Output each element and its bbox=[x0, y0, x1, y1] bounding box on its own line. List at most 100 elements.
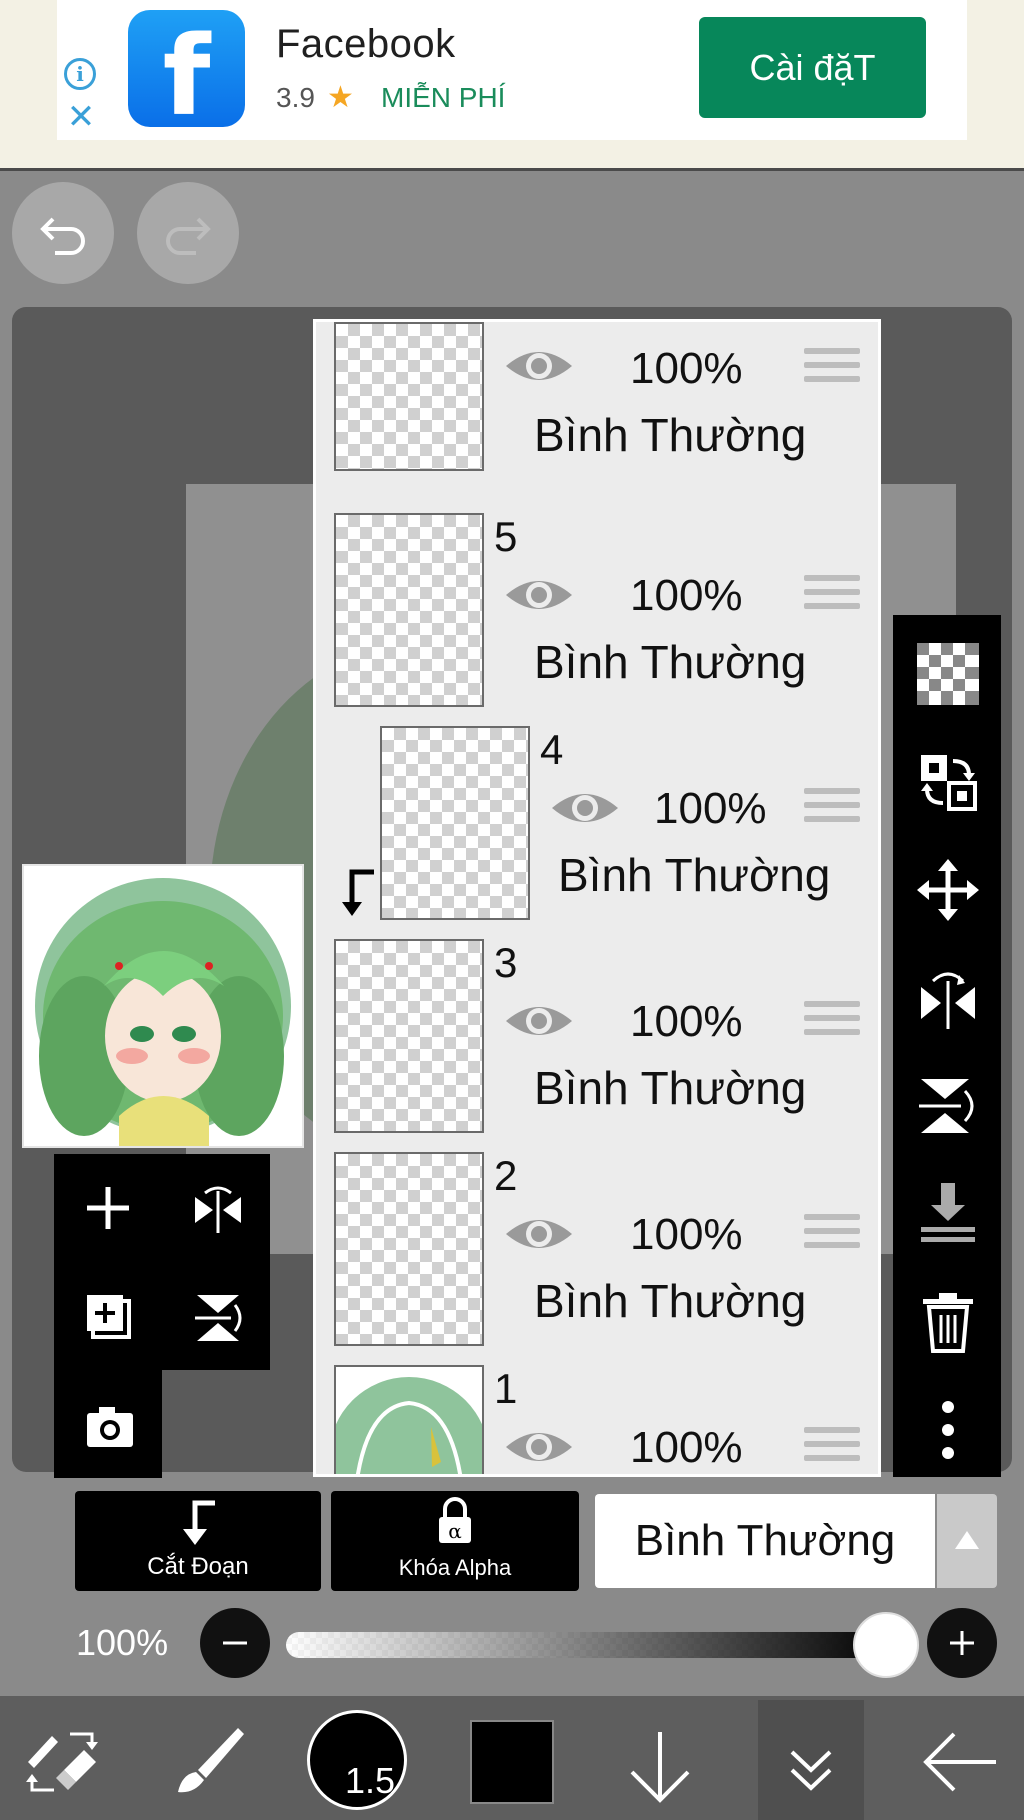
eye-icon[interactable] bbox=[502, 573, 576, 617]
layer-row[interactable]: 100% Bình Thường bbox=[316, 322, 878, 507]
plus-icon bbox=[950, 1631, 974, 1655]
drag-handle-icon[interactable] bbox=[804, 575, 860, 623]
undo-button[interactable] bbox=[12, 182, 114, 284]
camera-button[interactable] bbox=[54, 1370, 162, 1478]
brush-size-value: 1.5 bbox=[345, 1760, 396, 1801]
blend-mode-dropdown-button[interactable] bbox=[937, 1494, 997, 1588]
undo-icon bbox=[40, 217, 85, 255]
drag-handle-icon[interactable] bbox=[804, 1214, 860, 1262]
layer-blend-mode: Bình Thường bbox=[534, 1275, 807, 1327]
layer-number: 2 bbox=[494, 1152, 518, 1199]
layer-opacity: 100% bbox=[630, 344, 743, 393]
collapse-button[interactable] bbox=[776, 1730, 846, 1800]
star-icon: ★ bbox=[327, 81, 354, 114]
merge-down-icon bbox=[921, 1183, 975, 1242]
back-button[interactable] bbox=[918, 1722, 1002, 1802]
opacity-increase-button[interactable] bbox=[927, 1608, 997, 1678]
layer-thumbnail[interactable] bbox=[334, 322, 484, 471]
transparency-icon bbox=[917, 643, 979, 705]
ad-install-button[interactable]: Cài đặT bbox=[699, 17, 926, 118]
flip-horizontal-button[interactable] bbox=[893, 943, 1001, 1051]
tool-switch-button[interactable] bbox=[22, 1722, 102, 1802]
eye-icon[interactable] bbox=[502, 1212, 576, 1256]
layer-opacity: 100% bbox=[630, 997, 743, 1046]
layer-row[interactable]: 1 100% bbox=[316, 1357, 878, 1474]
tool-switch-icon bbox=[26, 1732, 98, 1792]
clipping-button[interactable]: Cắt Đoạn bbox=[75, 1491, 321, 1591]
delete-layer-button[interactable] bbox=[893, 1267, 1001, 1375]
down-arrow-icon bbox=[630, 1732, 690, 1803]
transparency-button[interactable] bbox=[893, 619, 1001, 727]
minus-icon bbox=[223, 1641, 247, 1645]
merge-down-button[interactable] bbox=[893, 1159, 1001, 1267]
opacity-decrease-button[interactable] bbox=[200, 1608, 270, 1678]
svg-text:α: α bbox=[448, 1519, 462, 1543]
brush-icon bbox=[178, 1728, 244, 1793]
layer-thumbnail[interactable] bbox=[334, 1152, 484, 1346]
layer-thumbnail[interactable] bbox=[334, 513, 484, 707]
redo-button[interactable] bbox=[137, 182, 239, 284]
back-arrow-icon bbox=[923, 1732, 996, 1792]
flip-horizontal-button[interactable] bbox=[162, 1154, 270, 1262]
add-copy-icon bbox=[87, 1295, 131, 1339]
layer-opacity: 100% bbox=[654, 784, 767, 833]
clip-arrow-icon bbox=[342, 869, 374, 916]
add-layer-button[interactable] bbox=[54, 1154, 162, 1262]
layer-opacity: 100% bbox=[630, 1210, 743, 1259]
layer-opacity: 100% bbox=[630, 571, 743, 620]
facebook-logo-icon[interactable]: f bbox=[128, 10, 245, 127]
ad-price: MIỄN PHÍ bbox=[381, 82, 506, 113]
alpha-lock-button[interactable]: α Khóa Alpha bbox=[331, 1491, 579, 1591]
flip-vertical-button[interactable] bbox=[893, 1051, 1001, 1159]
flip-horizontal-icon bbox=[195, 1186, 241, 1233]
layer-row[interactable]: 5 100% Bình Thường bbox=[316, 505, 878, 720]
layer-row[interactable]: 2 100% Bình Thường bbox=[316, 1144, 878, 1359]
clipping-label: Cắt Đoạn bbox=[147, 1553, 249, 1580]
layer-number: 1 bbox=[494, 1365, 518, 1412]
eye-icon[interactable] bbox=[502, 1425, 576, 1469]
move-icon bbox=[917, 859, 979, 921]
drag-handle-icon[interactable] bbox=[804, 1001, 860, 1049]
color-swatch[interactable] bbox=[470, 1720, 554, 1804]
add-copy-layer-button[interactable] bbox=[54, 1262, 162, 1370]
layer-thumbnail[interactable] bbox=[380, 726, 530, 920]
flip-vertical-button[interactable] bbox=[162, 1262, 270, 1370]
ad-info-icon[interactable]: i bbox=[64, 58, 96, 90]
layers-panel[interactable]: 100% Bình Thường 5 100% Bình Thường 4 10… bbox=[313, 319, 881, 1477]
blend-mode-select[interactable]: Bình Thường bbox=[595, 1494, 935, 1588]
more-options-button[interactable] bbox=[893, 1375, 1001, 1483]
more-icon bbox=[942, 1401, 954, 1459]
redo-icon bbox=[166, 217, 211, 255]
layer-number: 5 bbox=[494, 513, 518, 560]
artwork-preview bbox=[35, 878, 291, 1146]
brush-button[interactable] bbox=[168, 1722, 248, 1802]
move-button[interactable] bbox=[893, 835, 1001, 943]
layer-down-button[interactable] bbox=[620, 1726, 700, 1806]
collapse-icon bbox=[790, 1750, 832, 1791]
eye-icon[interactable] bbox=[548, 786, 622, 830]
ad-rating: 3.9 bbox=[276, 82, 315, 113]
layer-thumbnail[interactable] bbox=[334, 939, 484, 1133]
eye-icon[interactable] bbox=[502, 344, 576, 388]
layer-blend-mode: Bình Thường bbox=[534, 636, 807, 688]
flip-vertical-icon bbox=[195, 1295, 242, 1341]
ad-app-name: Facebook bbox=[276, 22, 456, 66]
layer-row[interactable]: 4 100% Bình Thường bbox=[316, 718, 878, 933]
opacity-slider[interactable] bbox=[286, 1632, 892, 1658]
alpha-lock-label: Khóa Alpha bbox=[398, 1555, 512, 1580]
ad-close-icon[interactable]: ✕ bbox=[66, 100, 96, 134]
layer-number: 3 bbox=[494, 939, 518, 986]
opacity-slider-thumb[interactable] bbox=[853, 1612, 919, 1678]
drag-handle-icon[interactable] bbox=[804, 1427, 860, 1474]
canvas-preview[interactable] bbox=[22, 864, 304, 1148]
swap-layer-button[interactable] bbox=[893, 727, 1001, 835]
drag-handle-icon[interactable] bbox=[804, 788, 860, 836]
layer-blend-mode: Bình Thường bbox=[534, 1062, 807, 1114]
layer-tools-right bbox=[893, 615, 1001, 1477]
layer-row[interactable]: 3 100% Bình Thường bbox=[316, 931, 878, 1146]
layer-thumbnail[interactable] bbox=[329, 1365, 489, 1474]
eye-icon[interactable] bbox=[502, 999, 576, 1043]
clip-arrow-icon bbox=[183, 1500, 215, 1545]
trash-icon bbox=[923, 1293, 973, 1353]
drag-handle-icon[interactable] bbox=[804, 348, 860, 396]
